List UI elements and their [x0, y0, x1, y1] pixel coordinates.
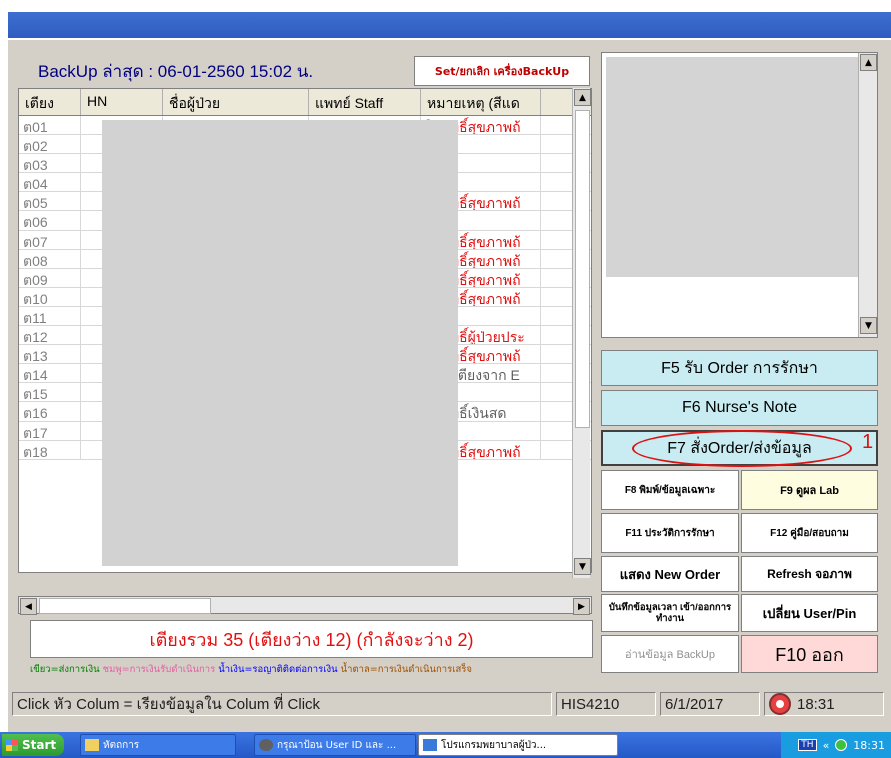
print-specific-data-button[interactable]: F8 พิมพ์/ข้อมูลเฉพาะ — [601, 470, 739, 510]
status-clock: 18:31 — [764, 692, 884, 716]
legend-pink: ชมพู=การเงินรับดำเนินการ — [102, 664, 216, 675]
nurse-note-button[interactable]: F6 Nurse's Note — [601, 390, 878, 426]
highlight-ellipse — [632, 430, 852, 467]
clock-icon — [769, 693, 791, 715]
refresh-screen-button[interactable]: Refresh จอภาพ — [741, 556, 878, 592]
legend-green: เขียว=ส่งการเงิน — [30, 664, 100, 675]
status-bar: Click หัว Colum = เรียงข้อมูลใน Colum ที… — [8, 690, 891, 718]
set-backup-machine-button[interactable]: Set/ยกเลิก เครื่องBackUp — [414, 56, 590, 86]
bed-cell: ต15 — [19, 383, 81, 402]
language-indicator[interactable]: TH — [798, 739, 817, 751]
manual-help-button[interactable]: F12 คู่มือ/สอบถาม — [741, 513, 878, 553]
taskbar-login-button[interactable]: กรุณาป้อน User ID และ ... — [254, 734, 416, 756]
info-scrollbar[interactable]: ▲ ▼ — [858, 53, 877, 337]
taskbar-program-label: โปรแกรมพยาบาลผู้ป่ว... — [441, 739, 547, 751]
column-header-hn[interactable]: HN — [81, 89, 163, 115]
tray-expand-icon[interactable]: « — [823, 739, 830, 752]
bed-cell: ต02 — [19, 135, 81, 154]
status-station: HIS4210 — [556, 692, 656, 716]
taskbar-folder-button[interactable]: หัตถการ — [80, 734, 236, 756]
last-backup-label: BackUp ล่าสุด : 06-01-2560 15:02 น. — [38, 62, 314, 81]
column-header-bed[interactable]: เตียง — [19, 89, 81, 115]
bed-cell: ต17 — [19, 421, 81, 440]
taskbar-program-button[interactable]: โปรแกรมพยาบาลผู้ป่ว... — [418, 734, 618, 756]
bed-cell: ต05 — [19, 192, 81, 211]
bed-cell: ต11 — [19, 306, 81, 326]
status-hint: Click หัว Colum = เรียงข้อมูลใน Colum ที… — [12, 692, 552, 716]
bed-cell: ต13 — [19, 345, 81, 364]
record-work-time-button[interactable]: บันทึกข้อมูลเวลา เข้า/ออกการทำงาน — [601, 594, 739, 632]
scroll-thumb-horizontal[interactable] — [39, 598, 211, 614]
scroll-right-arrow-icon[interactable]: ▶ — [573, 598, 590, 615]
status-time: 18:31 — [797, 695, 835, 713]
window-titlebar — [8, 12, 891, 38]
system-tray: TH « 18:31 — [781, 732, 891, 758]
legend-blue: น้ำเงิน=รอญาติติดต่อการเงิน — [218, 664, 338, 675]
taskbar: Start หัตถการ กรุณาป้อน User ID และ ... … — [0, 732, 891, 758]
treatment-history-button[interactable]: F11 ประวัติการรักษา — [601, 513, 739, 553]
grid-header: เตียง HN ชื่อผู้ป่วย แพทย์ Staff หมายเหต… — [19, 89, 591, 116]
column-header-note[interactable]: หมายเหตุ (สีแด — [421, 89, 541, 115]
info-scroll-down-icon[interactable]: ▼ — [860, 317, 877, 334]
tray-clock: 18:31 — [853, 738, 885, 752]
scroll-thumb[interactable] — [575, 110, 590, 428]
bed-cell: ต18 — [19, 440, 81, 459]
status-date: 6/1/2017 — [660, 692, 760, 716]
scroll-down-arrow-icon[interactable]: ▼ — [574, 558, 591, 575]
start-label: Start — [22, 738, 57, 752]
patient-photo-area — [606, 57, 858, 277]
annotation-number: 1 — [862, 431, 874, 453]
folder-icon — [85, 739, 99, 751]
redacted-patient-data — [102, 120, 458, 566]
bed-cell: ต10 — [19, 287, 81, 306]
bed-cell: ต16 — [19, 402, 81, 421]
read-backup-button[interactable]: อ่านข้อมูล BackUp — [601, 635, 739, 673]
column-header-staff-doctor[interactable]: แพทย์ Staff — [309, 89, 421, 115]
info-scroll-up-icon[interactable]: ▲ — [860, 54, 877, 71]
scroll-up-arrow-icon[interactable]: ▲ — [574, 89, 591, 106]
bed-cell: ต08 — [19, 249, 81, 268]
bed-cell: ต06 — [19, 211, 81, 230]
bed-cell: ต09 — [19, 268, 81, 287]
taskbar-login-label: กรุณาป้อน User ID และ ... — [277, 739, 397, 751]
bed-cell: ต03 — [19, 154, 81, 173]
bed-cell: ต12 — [19, 326, 81, 345]
bed-cell: ต04 — [19, 173, 81, 192]
show-new-order-button[interactable]: แสดง New Order — [601, 556, 739, 592]
column-header-patient-name[interactable]: ชื่อผู้ป่วย — [163, 89, 309, 115]
patient-info-box: ▲ ▼ — [601, 52, 878, 338]
grid-vertical-scrollbar[interactable]: ▲ ▼ — [572, 88, 591, 578]
login-app-icon — [259, 739, 273, 751]
legend-brown: น้ำตาล=การเงินดำเนินการเสร็จ — [340, 664, 472, 675]
exit-button[interactable]: F10 ออก — [741, 635, 878, 673]
taskbar-folder-label: หัตถการ — [103, 739, 140, 751]
lab-results-button[interactable]: F9 ดูผล Lab — [741, 470, 878, 510]
grid-horizontal-scrollbar[interactable]: ◀ ▶ — [18, 596, 592, 615]
bed-cell: ต07 — [19, 230, 81, 249]
tray-status-icon[interactable] — [835, 739, 848, 751]
windows-logo-icon — [6, 739, 18, 751]
bed-summary: เตียงรวม 35 (เตียงว่าง 12) (กำลังจะว่าง … — [30, 620, 593, 658]
bed-cell: ต01 — [19, 116, 81, 135]
program-icon — [423, 739, 437, 751]
bed-cell: ต14 — [19, 364, 81, 383]
receive-order-button[interactable]: F5 รับ Order การรักษา — [601, 350, 878, 386]
start-button[interactable]: Start — [2, 734, 64, 756]
scroll-left-arrow-icon[interactable]: ◀ — [20, 598, 37, 615]
change-user-button[interactable]: เปลี่ยน User/Pin — [741, 594, 878, 632]
color-legend: เขียว=ส่งการเงิน ชมพู=การเงินรับดำเนินกา… — [30, 662, 590, 678]
